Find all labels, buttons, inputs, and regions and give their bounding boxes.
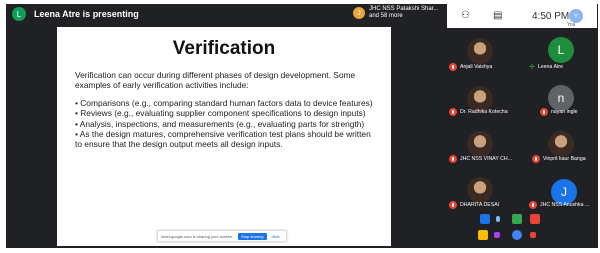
avatar [467, 131, 493, 157]
mic-icon[interactable] [478, 230, 488, 240]
presenter-label: Leena Atre is presenting [34, 9, 139, 19]
clock: 4:50 PM [532, 11, 570, 22]
mic-off-icon [449, 201, 457, 209]
avatar [467, 177, 493, 203]
avatar: L [548, 37, 574, 63]
participant-name: Anjali Vaishya [460, 64, 493, 70]
participant-tile[interactable]: Vinprit kaur Banga [532, 155, 586, 163]
people-icon[interactable]: ⚇ [461, 10, 470, 21]
participant-tile[interactable]: DHARITA DESAI [449, 201, 499, 209]
participant-name: Dr. Radhika Kotecha [460, 109, 508, 115]
hide-button[interactable]: Hide [272, 234, 280, 239]
participant-tile[interactable]: Anjali Vaishya [449, 63, 492, 71]
camera-icon[interactable] [512, 230, 522, 240]
host-avatar: J [353, 7, 365, 19]
audio-active-icon: ✛ [529, 64, 535, 71]
slide-bullet: • Analysis, inspections, and measurement… [75, 118, 365, 129]
participant-tile[interactable]: nayan ingle [540, 108, 578, 116]
meet-screen: L Leena Atre is presenting J JHC NSS Pat… [0, 0, 600, 253]
participant-name: Vinprit kaur Banga [543, 156, 586, 162]
slide-bullet: • As the design matures, comprehensive v… [75, 129, 371, 150]
presenter-avatar: L [12, 7, 26, 21]
participant-tile[interactable]: Dr. Radhika Kotecha [449, 108, 508, 116]
mic-off-icon [529, 201, 537, 209]
participant-name: JHC NSS VINAY CH... [460, 156, 512, 162]
shared-slide: Verification Verification can occur duri… [57, 27, 391, 246]
screen-share-notice: meet.google.com is sharing your screen. … [157, 230, 287, 242]
chat-icon[interactable]: ▤ [493, 10, 502, 21]
participant-tile[interactable]: JHC NSS VINAY CH... [449, 155, 512, 163]
leave-icon[interactable] [530, 214, 540, 224]
presenter-banner: L Leena Atre is presenting [12, 7, 139, 21]
system-status-bar: ⚇ ▤ 4:50 PM Y You [447, 4, 597, 28]
present-icon[interactable] [494, 232, 500, 238]
more-count: and 58 more [369, 13, 403, 19]
slide-body: Verification can occur during different … [75, 70, 375, 150]
participant-name: JHC NSS Anushka ... [540, 202, 590, 208]
self-avatar[interactable]: Y [569, 9, 583, 23]
self-label: You [567, 22, 576, 28]
participants-chip[interactable]: J JHC NSS Patakshi Shar... and 58 more [353, 6, 449, 20]
participant-tile[interactable]: JHC NSS Anushka ... [529, 201, 589, 209]
mic-off-icon [540, 108, 548, 116]
slide-title: Verification [172, 38, 276, 59]
participant-name: Leena Atre [537, 64, 563, 70]
avatar [467, 38, 493, 64]
participant-tile[interactable]: ✛ Leena Atre [529, 63, 563, 71]
mic-off-icon [532, 155, 540, 163]
activities-icon[interactable] [512, 214, 522, 224]
slide-intro: Verification can occur during different … [75, 70, 356, 91]
avatar [548, 131, 574, 157]
info-icon[interactable] [496, 216, 500, 222]
participant-name: DHARITA DESAI [460, 202, 500, 208]
mic-off-icon [449, 63, 457, 71]
grid-icon[interactable] [480, 214, 490, 224]
host-name: JHC NSS Patakshi Shar... [369, 6, 439, 12]
slide-bullet: • Comparisons (e.g., comparing standard … [75, 97, 373, 108]
stop-sharing-button[interactable]: Stop sharing [238, 232, 267, 240]
share-message: meet.google.com is sharing your screen. [161, 233, 234, 239]
slide-bullet: • Reviews (e.g., evaluating supplier com… [75, 108, 366, 119]
participant-name: nayan ingle [551, 109, 578, 115]
mic-off-icon [449, 108, 457, 116]
more-icon[interactable] [530, 232, 536, 238]
mic-off-icon [449, 155, 457, 163]
